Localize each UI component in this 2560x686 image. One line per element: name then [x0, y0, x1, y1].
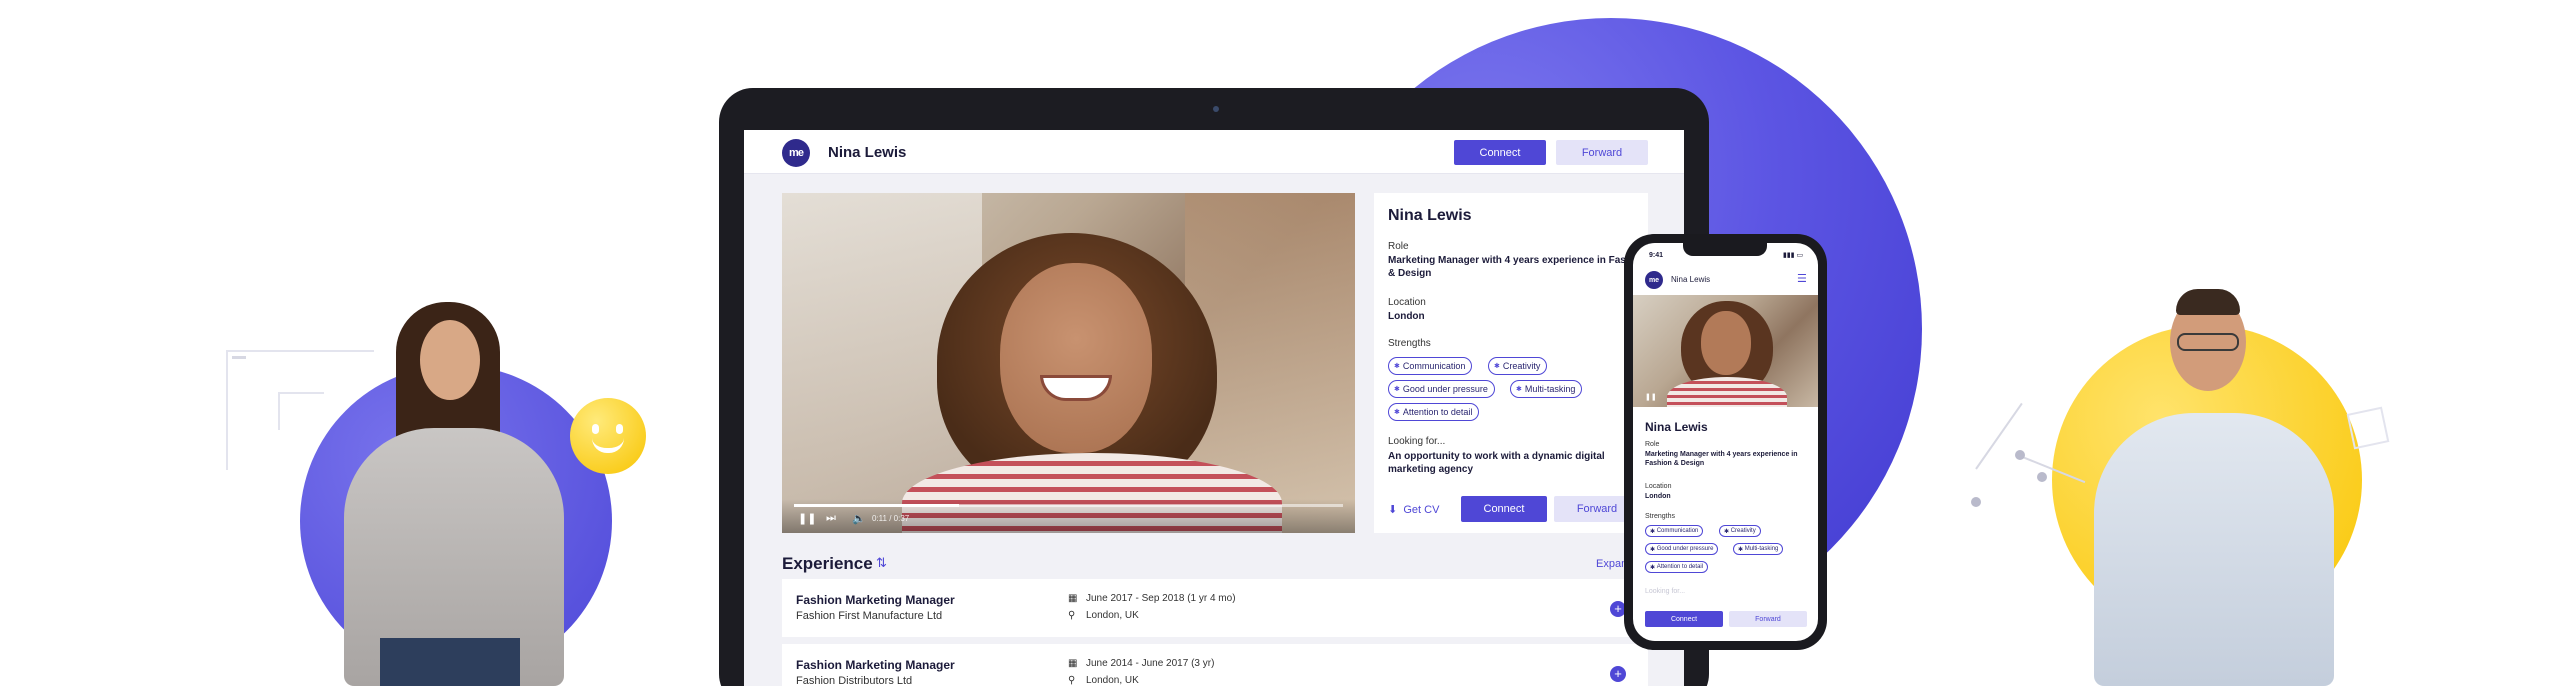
experience-role: Fashion Marketing Manager	[796, 593, 955, 607]
experience-item: Fashion Marketing Manager Fashion First …	[782, 579, 1648, 637]
experience-location: London, UK	[1086, 610, 1139, 621]
phone-screen: 9:41 ▮▮▮ ▭ me Nina Lewis ☰ ❚❚ Nina Lewis…	[1633, 243, 1818, 641]
video-progress-fill	[794, 504, 959, 507]
calendar-icon: ▦	[1068, 593, 1078, 604]
looking-for-label: Looking for...	[1388, 436, 1446, 447]
location-value: London	[1388, 311, 1425, 322]
location-pin-icon: ⚲	[1068, 675, 1076, 686]
location-value: London	[1645, 493, 1671, 500]
experience-item: Fashion Marketing Manager Fashion Distri…	[782, 644, 1648, 686]
camera-icon	[1213, 106, 1219, 112]
app-logo-icon[interactable]: me	[782, 139, 810, 167]
decor-dot	[2037, 472, 2047, 482]
pause-icon[interactable]: ❚❚	[1645, 393, 1657, 401]
volume-icon[interactable]: 🔈	[852, 512, 866, 525]
skip-forward-icon[interactable]: ⏭	[826, 512, 836, 525]
app-header: me Nina Lewis Connect Forward	[744, 130, 1684, 174]
strength-tag: ✱ Communication	[1645, 525, 1704, 537]
person-man-right	[2080, 285, 2350, 686]
signal-battery-icon: ▮▮▮ ▭	[1783, 252, 1804, 259]
person-jeans	[380, 638, 520, 686]
phone-notch	[1683, 243, 1767, 256]
strength-tag: ✱ Good under pressure	[1645, 543, 1719, 555]
calendar-icon: ▦	[1068, 658, 1078, 669]
role-value: Marketing Manager with 4 years experienc…	[1645, 451, 1798, 467]
phone-forward-button[interactable]: Forward	[1729, 611, 1807, 627]
star-icon: ✱	[1394, 363, 1400, 370]
strength-tag: ✱ Multi-tasking	[1510, 380, 1583, 398]
decor-frame	[278, 392, 324, 430]
phone-video-player[interactable]: ❚❚	[1633, 295, 1818, 407]
role-value: Marketing Manager with 4 years experienc…	[1388, 255, 1647, 279]
phone-status-time: 9:41	[1649, 252, 1664, 259]
decor-line	[232, 356, 246, 359]
location-label: Location	[1388, 297, 1426, 308]
strength-tag: ✱ Creativity	[1719, 525, 1761, 537]
video-subject-face	[1701, 311, 1751, 375]
video-time: 0:11 / 0:37	[872, 514, 910, 523]
video-progress-bar[interactable]	[794, 504, 1343, 507]
phone-header-name: Nina Lewis	[1671, 275, 1711, 284]
profile-name: Nina Lewis	[1388, 207, 1472, 224]
strengths-label: Strengths	[1388, 338, 1431, 349]
role-label: Role	[1388, 241, 1409, 252]
strength-tag: ✱ Communication	[1388, 357, 1473, 375]
experience-heading: Experience	[782, 554, 873, 573]
strength-tag: ✱ Multi-tasking	[1733, 543, 1784, 555]
experience-dates: June 2017 - Sep 2018 (1 yr 4 mo)	[1086, 593, 1236, 604]
star-icon: ✱	[1494, 363, 1500, 370]
decor-dot	[1971, 497, 1981, 507]
looking-for-value: An opportunity to work with a dynamic di…	[1388, 451, 1605, 475]
video-subject-shirt	[1667, 377, 1787, 407]
header-profile-name: Nina Lewis	[828, 144, 907, 161]
person-hair	[2176, 289, 2240, 315]
star-icon: ✱	[1394, 409, 1400, 416]
person-shirt	[2094, 413, 2334, 686]
glasses-icon	[2177, 333, 2239, 351]
strength-tag: ✱ Good under pressure	[1388, 380, 1495, 398]
role-label: Role	[1645, 441, 1660, 448]
person-face	[420, 320, 480, 400]
decor-line	[1975, 402, 2023, 470]
decor-frame	[2346, 406, 2390, 450]
strength-tag: ✱ Creativity	[1488, 357, 1548, 375]
star-icon: ✱	[1394, 386, 1400, 393]
experience-dates: June 2014 - June 2017 (3 yr)	[1086, 658, 1215, 669]
profile-card: Nina Lewis Role Marketing Manager with 4…	[1374, 193, 1648, 533]
hamburger-menu-icon[interactable]: ☰	[1797, 272, 1807, 285]
strengths-label: Strengths	[1645, 513, 1675, 520]
looking-for-label: Looking for...	[1645, 588, 1686, 595]
experience-company: Fashion Distributors Ltd	[796, 675, 913, 686]
strength-tag: ✱ Attention to detail	[1388, 403, 1480, 421]
smiley-emoji-icon	[570, 398, 646, 474]
video-subject-face	[1000, 263, 1152, 453]
location-label: Location	[1645, 483, 1672, 490]
app-logo-icon[interactable]: me	[1645, 271, 1663, 289]
laptop-screen: me Nina Lewis Connect Forward ❚❚ ⏭ 🔈 0:1…	[744, 130, 1684, 686]
experience-company: Fashion First Manufacture Ltd	[796, 610, 943, 622]
star-icon: ✱	[1516, 386, 1522, 393]
location-pin-icon: ⚲	[1068, 610, 1076, 621]
experience-location: London, UK	[1086, 675, 1139, 686]
strength-tag: ✱ Attention to detail	[1645, 561, 1709, 573]
sort-icon[interactable]: ⇅	[876, 555, 887, 571]
header-connect-button[interactable]: Connect	[1454, 140, 1546, 165]
phone-connect-button[interactable]: Connect	[1645, 611, 1723, 627]
profile-connect-button[interactable]: Connect	[1461, 496, 1547, 522]
decor-dot	[2015, 450, 2025, 460]
download-icon: ⬇	[1388, 504, 1398, 516]
phone-profile-name: Nina Lewis	[1645, 420, 1708, 434]
add-icon[interactable]: +	[1610, 666, 1626, 682]
get-cv-link[interactable]: ⬇ Get CV	[1388, 503, 1439, 516]
header-forward-button[interactable]: Forward	[1556, 140, 1648, 165]
person-woman-left	[320, 298, 590, 686]
experience-role: Fashion Marketing Manager	[796, 658, 955, 672]
video-player[interactable]: ❚❚ ⏭ 🔈 0:11 / 0:37	[782, 193, 1355, 533]
pause-icon[interactable]: ❚❚	[798, 512, 816, 525]
